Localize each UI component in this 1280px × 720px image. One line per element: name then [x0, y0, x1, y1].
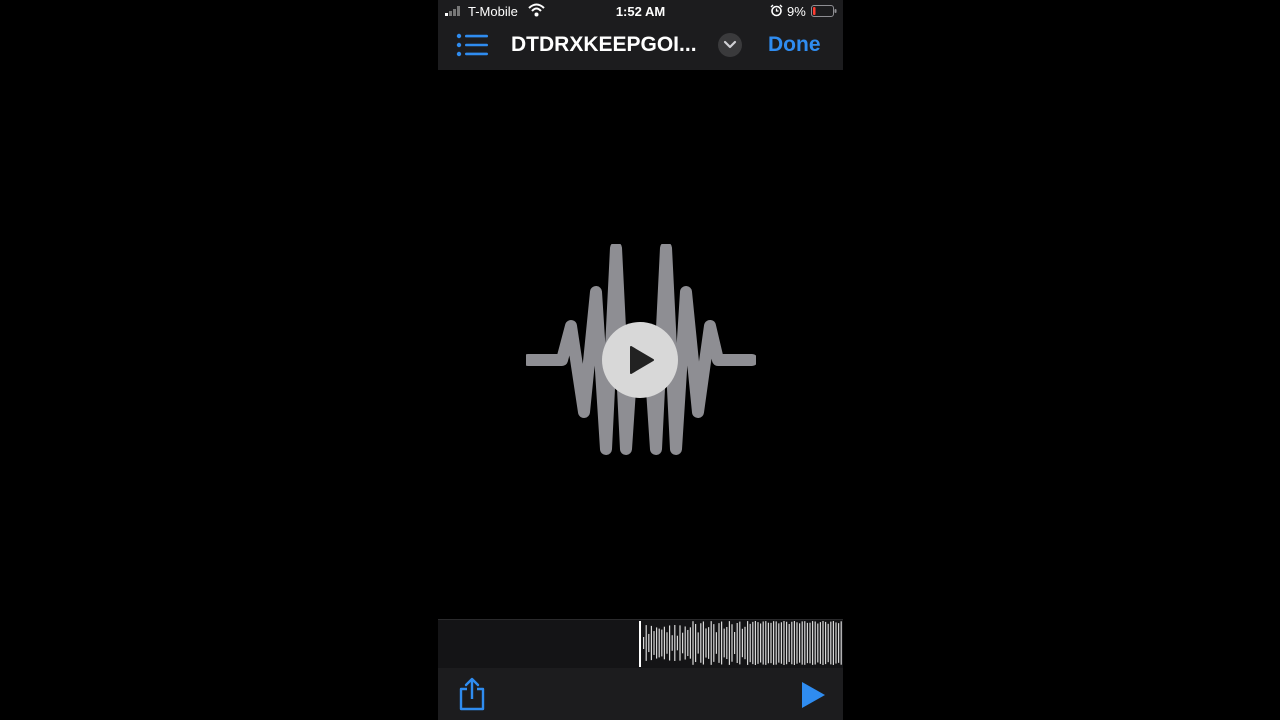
- chevron-down-icon: [723, 40, 737, 49]
- waveform-bar: [801, 621, 803, 665]
- waveform-bar: [835, 622, 837, 664]
- waveform-bar: [825, 621, 827, 665]
- waveform-bar: [723, 628, 725, 658]
- waveform-scrubber[interactable]: [438, 619, 843, 669]
- waveform-bar: [726, 626, 728, 660]
- waveform-bar: [656, 627, 658, 659]
- waveform-bar: [710, 621, 712, 665]
- waveform-bar: [770, 622, 772, 664]
- waveform-bar: [713, 624, 715, 662]
- waveform-bar: [830, 621, 832, 665]
- alarm-icon: [770, 4, 783, 17]
- waveform-bar: [817, 623, 819, 663]
- waveform-bar: [682, 632, 684, 654]
- waveform-bar: [705, 628, 707, 658]
- waveform-bar: [812, 621, 814, 665]
- waveform-bar: [687, 629, 689, 657]
- waveform-bar: [658, 628, 660, 658]
- waveform-bar: [734, 631, 736, 655]
- waveform-bar: [650, 625, 652, 661]
- waveform-bar: [679, 625, 681, 661]
- waveform-bar: [653, 631, 655, 655]
- waveform-bar: [814, 621, 816, 665]
- waveform-bar: [760, 623, 762, 663]
- recording-title[interactable]: DTDRXKEEPGOI...: [511, 33, 711, 57]
- waveform-bar: [838, 623, 840, 663]
- battery-percent: 9%: [787, 4, 806, 19]
- waveform-bar: [749, 623, 751, 663]
- waveform-bar: [806, 622, 808, 664]
- waveform-bar: [674, 625, 676, 661]
- waveform-bar: [741, 628, 743, 658]
- waveform-bar: [692, 621, 694, 665]
- play-icon: [630, 346, 654, 374]
- waveform-bar: [666, 632, 668, 654]
- waveform-bar: [747, 621, 749, 665]
- waveform-bar: [708, 627, 710, 659]
- waveform-bar: [661, 629, 663, 657]
- waveform-bar: [697, 632, 699, 654]
- waveform-bar: [676, 635, 678, 651]
- status-bar: T-Mobile 1:52 AM 9%: [438, 0, 843, 22]
- list-icon[interactable]: [456, 32, 490, 58]
- waveform-bar: [832, 621, 834, 665]
- waveform-bar: [700, 623, 702, 663]
- waveform-bar: [773, 621, 775, 665]
- navigation-bar: DTDRXKEEPGOI... Done: [438, 22, 843, 70]
- artwork-play-button[interactable]: [602, 322, 678, 398]
- waveform-bar: [669, 625, 671, 661]
- waveform-bar: [663, 626, 665, 660]
- waveform-bar: [718, 623, 720, 663]
- waveform-bar: [752, 621, 754, 665]
- share-icon[interactable]: [457, 677, 487, 711]
- bottom-toolbar: [438, 668, 843, 720]
- waveform-bar: [762, 621, 764, 665]
- waveform-bar: [791, 621, 793, 665]
- waveform-bar: [778, 623, 780, 663]
- waveform-bar: [819, 622, 821, 664]
- waveform-bar: [736, 623, 738, 663]
- waveform-bar: [822, 621, 824, 665]
- waveform-bar: [689, 627, 691, 659]
- battery-icon: [811, 5, 837, 17]
- waveform-bar: [780, 622, 782, 664]
- waveform-bar: [775, 621, 777, 665]
- waveform-bar: [671, 635, 673, 651]
- waveform-bar: [827, 623, 829, 663]
- playhead[interactable]: [639, 621, 641, 667]
- waveform-bar: [765, 621, 767, 665]
- play-icon[interactable]: [800, 681, 826, 709]
- waveform-bar: [684, 626, 686, 660]
- waveform-bar: [721, 621, 723, 665]
- waveform-bar: [643, 637, 645, 649]
- waveform-bar: [804, 621, 806, 665]
- title-menu-button[interactable]: [718, 33, 742, 57]
- waveform-bar: [783, 621, 785, 665]
- waveform-bar: [645, 625, 647, 661]
- waveform-bar: [728, 621, 730, 665]
- waveform-bar: [695, 623, 697, 663]
- done-button[interactable]: Done: [768, 33, 821, 57]
- waveform-bar: [739, 621, 741, 665]
- waveform-bar: [648, 633, 650, 653]
- waveform-bar: [702, 621, 704, 665]
- waveform-bar: [796, 622, 798, 664]
- waveform-bar: [754, 621, 756, 665]
- waveform-bar: [767, 622, 769, 664]
- waveform-bar: [715, 632, 717, 654]
- waveform-bar: [840, 621, 842, 665]
- waveform-bar: [757, 622, 759, 664]
- waveform-bar: [799, 623, 801, 663]
- waveform-bar: [786, 621, 788, 665]
- phone-screen: T-Mobile 1:52 AM 9% DTDRXKEEPGOI... Done: [438, 0, 843, 720]
- waveform-bar: [793, 621, 795, 665]
- waveform-bar: [744, 626, 746, 660]
- waveform-bar: [809, 622, 811, 664]
- waveform-bar: [788, 623, 790, 663]
- waveform-bar: [731, 624, 733, 662]
